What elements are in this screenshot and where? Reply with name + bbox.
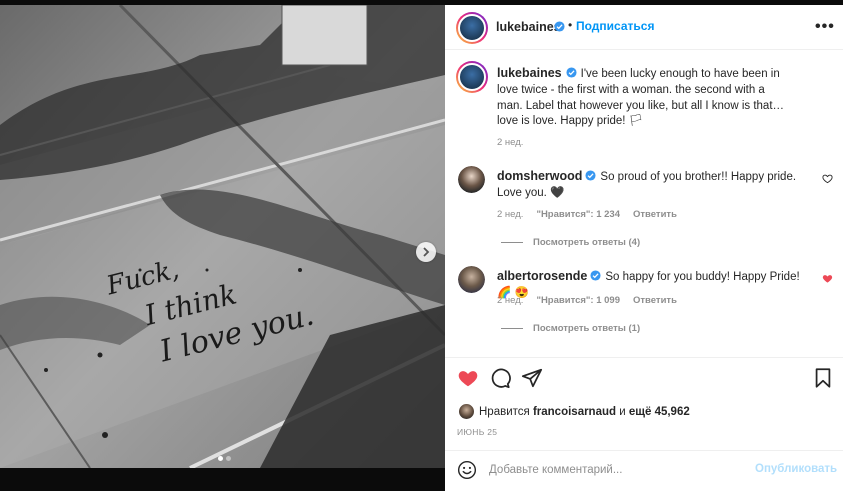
- caption-time[interactable]: 2 нед.: [497, 137, 523, 148]
- caption-text-block: lukebaines I've been lucky enough to have…: [497, 66, 793, 130]
- commenter-avatar[interactable]: [458, 166, 485, 193]
- verified-badge-icon: [554, 21, 565, 32]
- more-options-icon[interactable]: •••: [815, 18, 835, 36]
- commenter-avatar[interactable]: [458, 266, 485, 293]
- verified-badge-icon: [566, 67, 577, 78]
- author-username[interactable]: lukebaines: [496, 20, 561, 34]
- replies-divider: [501, 328, 523, 329]
- verified-badge-icon: [590, 270, 601, 281]
- author-avatar[interactable]: [456, 12, 488, 44]
- likes-count-button[interactable]: ещё 45,962: [629, 406, 690, 418]
- send-icon[interactable]: [521, 367, 543, 389]
- comment-icon[interactable]: [489, 367, 511, 389]
- comment-meta: 2 нед. "Нравится": 1 099 Ответить: [497, 295, 677, 306]
- replies-divider: [501, 242, 523, 243]
- comment-text: domsherwood So proud of you brother!! Hap…: [497, 168, 817, 201]
- commenter-username[interactable]: domsherwood: [497, 169, 582, 183]
- smiley-icon[interactable]: [457, 460, 477, 480]
- publish-button[interactable]: Опубликовать: [755, 463, 837, 475]
- comment-time[interactable]: 2 нед.: [497, 295, 523, 306]
- bottom-backdrop: [0, 468, 445, 491]
- instagram-post-modal: Fuck, I think I love you. lukebaines • П…: [0, 0, 843, 491]
- view-replies-button[interactable]: Посмотреть ответы (4): [501, 237, 640, 248]
- follow-button[interactable]: Подписаться: [576, 19, 654, 33]
- likes-joiner: и: [619, 405, 626, 418]
- verified-badge-icon: [585, 170, 596, 181]
- separator-bullet: •: [568, 18, 573, 32]
- bookmark-icon[interactable]: [812, 367, 834, 389]
- likes-prefix: Нравится: [479, 405, 530, 418]
- carousel-dot-active: [218, 456, 223, 461]
- view-replies-label: Посмотреть ответы (4): [533, 237, 641, 248]
- reply-button[interactable]: Ответить: [633, 295, 677, 306]
- comment-like-heart-icon[interactable]: [822, 173, 833, 184]
- reply-button[interactable]: Ответить: [633, 209, 677, 220]
- caption-username[interactable]: lukebaines: [497, 66, 562, 80]
- post-date[interactable]: Июнь 25: [457, 427, 497, 437]
- add-comment-divider: [445, 450, 843, 451]
- heart-filled-icon[interactable]: [457, 367, 479, 389]
- view-replies-button[interactable]: Посмотреть ответы (1): [501, 323, 640, 334]
- likes-summary: Нравится francoisarnaud и ещё 45,962: [459, 404, 690, 419]
- commenter-username[interactable]: albertorosende: [497, 269, 587, 283]
- add-comment-input[interactable]: [489, 461, 749, 479]
- comment-likes-count[interactable]: "Нравится": 1 234: [536, 209, 620, 220]
- next-image-button[interactable]: [416, 242, 436, 262]
- caption-author-avatar[interactable]: [456, 61, 488, 93]
- chevron-right-icon: [423, 247, 430, 257]
- view-replies-label: Посмотреть ответы (1): [533, 323, 641, 334]
- liker-avatar[interactable]: [459, 404, 474, 419]
- post-details-panel: lukebaines • Подписаться ••• lukebaines I…: [445, 5, 843, 491]
- carousel-dot: [226, 456, 231, 461]
- comment-meta: 2 нед. "Нравится": 1 234 Ответить: [497, 209, 677, 220]
- comment-likes-count[interactable]: "Нравится": 1 099: [536, 295, 620, 306]
- liker-username[interactable]: francoisarnaud: [533, 406, 616, 418]
- comment-time[interactable]: 2 нед.: [497, 209, 523, 220]
- comment-liked-heart-icon[interactable]: [822, 273, 833, 284]
- post-image[interactable]: Fuck, I think I love you.: [0, 5, 445, 468]
- post-header: lukebaines • Подписаться •••: [445, 5, 843, 50]
- actions-divider: [445, 357, 843, 358]
